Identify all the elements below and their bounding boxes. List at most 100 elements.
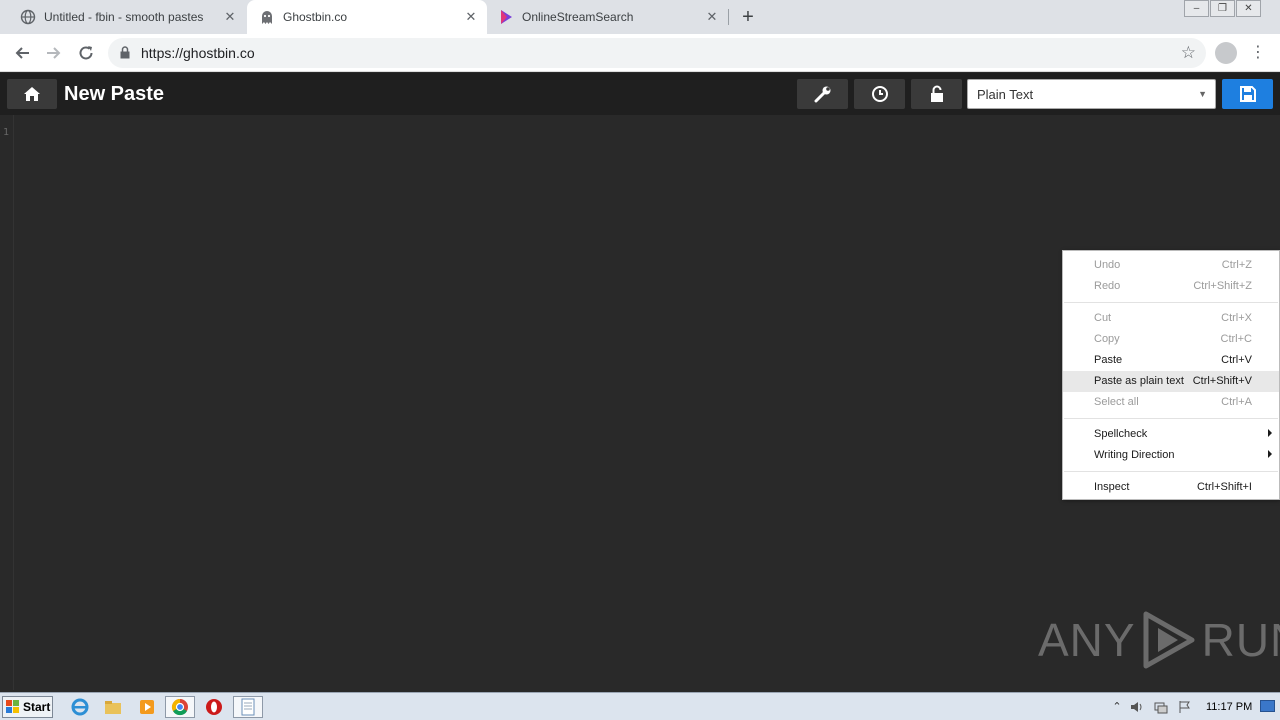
taskbar-clock[interactable]: 11:17 PM [1206, 701, 1252, 713]
menu-item-shortcut: Ctrl+X [1221, 312, 1252, 324]
url-text: https://ghostbin.co [141, 45, 255, 61]
tray-expand-icon[interactable]: ⌃ [1110, 700, 1124, 714]
menu-item-label: Spellcheck [1094, 428, 1148, 440]
tab-strip: Untitled - fbin - smooth pastes ✕ Ghostb… [0, 0, 1280, 34]
ghost-icon [259, 9, 275, 25]
save-button[interactable] [1222, 79, 1273, 109]
language-value: Plain Text [977, 87, 1034, 102]
expiration-button[interactable] [854, 79, 905, 109]
close-tab-icon[interactable]: ✕ [222, 9, 238, 25]
page-title: New Paste [64, 83, 165, 105]
tab-ghostbin[interactable]: Ghostbin.co ✕ [247, 0, 487, 34]
notepad-icon[interactable] [233, 696, 263, 718]
tab-title: Ghostbin.co [283, 10, 348, 24]
unlock-icon [930, 85, 943, 102]
restore-button[interactable]: ❐ [1210, 0, 1235, 17]
browser-menu-icon[interactable]: ⋮ [1250, 42, 1266, 64]
menu-item-paste-plain-text[interactable]: Paste as plain text Ctrl+Shift+V [1063, 371, 1279, 392]
internet-explorer-icon[interactable] [70, 697, 90, 717]
home-icon [24, 87, 40, 101]
tab-title: OnlineStreamSearch [522, 10, 634, 24]
tab-fbin[interactable]: Untitled - fbin - smooth pastes ✕ [0, 0, 246, 34]
tab-separator [728, 9, 729, 25]
menu-item-spellcheck[interactable]: Spellcheck [1063, 424, 1279, 445]
bookmark-star-icon[interactable]: ☆ [1181, 43, 1196, 63]
menu-item-shortcut: Ctrl+Shift+V [1192, 375, 1252, 387]
menu-item-select-all[interactable]: Select all Ctrl+A [1063, 392, 1279, 413]
menu-item-shortcut: Ctrl+Shift+Z [1193, 280, 1252, 292]
action-center-flag-icon[interactable] [1178, 700, 1192, 714]
window-controls: – ❐ ✕ [1183, 0, 1261, 18]
profile-avatar[interactable] [1215, 42, 1237, 64]
forward-button[interactable] [42, 41, 66, 65]
menu-item-shortcut: Ctrl+Shift+I [1196, 481, 1252, 493]
play-triangle-icon [1143, 611, 1195, 669]
anyrun-watermark: ANY RUN [1038, 608, 1280, 672]
globe-icon [20, 9, 36, 25]
menu-separator [1064, 471, 1278, 472]
volume-icon[interactable] [1130, 700, 1144, 714]
menu-item-label: Cut [1094, 312, 1112, 324]
file-explorer-icon[interactable] [103, 697, 123, 717]
clock-icon [871, 86, 888, 102]
browser-toolbar: https://ghostbin.co ☆ ⋮ [0, 34, 1280, 72]
encryption-button[interactable] [911, 79, 962, 109]
menu-item-cut[interactable]: Cut Ctrl+X [1063, 308, 1279, 329]
menu-item-inspect[interactable]: Inspect Ctrl+Shift+I [1063, 477, 1279, 498]
menu-item-paste[interactable]: Paste Ctrl+V [1063, 350, 1279, 371]
submenu-arrow-icon [1268, 429, 1272, 437]
back-button[interactable] [10, 41, 34, 65]
submenu-arrow-icon [1268, 450, 1272, 458]
close-tab-icon[interactable]: ✕ [704, 9, 720, 25]
tab-onlinestreamsearch[interactable]: OnlineStreamSearch ✕ [488, 0, 728, 34]
lock-icon[interactable] [120, 46, 130, 59]
settings-button[interactable] [797, 79, 848, 109]
menu-item-shortcut: Ctrl+Z [1221, 259, 1252, 271]
menu-item-redo[interactable]: Redo Ctrl+Shift+Z [1063, 276, 1279, 297]
taskbar: Start ⌃ 11:17 PM [0, 692, 1280, 720]
start-button[interactable]: Start [2, 696, 53, 718]
play-logo-icon [498, 9, 514, 25]
address-bar[interactable]: https://ghostbin.co ☆ [108, 38, 1206, 68]
watermark-text-left: ANY [1038, 614, 1136, 666]
menu-item-label: Paste as plain text [1094, 375, 1184, 387]
wrench-icon [814, 86, 830, 103]
reload-button[interactable] [74, 41, 98, 65]
close-window-button[interactable]: ✕ [1236, 0, 1261, 17]
context-menu: Undo Ctrl+Z Redo Ctrl+Shift+Z Cut Ctrl+X… [1062, 250, 1280, 500]
menu-item-shortcut: Ctrl+V [1221, 354, 1252, 366]
menu-item-label: Undo [1094, 259, 1121, 271]
language-select[interactable]: Plain Text ▼ [967, 79, 1216, 109]
menu-separator [1064, 418, 1278, 419]
close-tab-icon[interactable]: ✕ [463, 9, 479, 25]
opera-icon[interactable] [204, 697, 224, 717]
app-header: New Paste Plain Text ▼ [0, 73, 1280, 115]
line-gutter: 1 [0, 115, 14, 690]
menu-item-label: Redo [1094, 280, 1121, 292]
network-icon[interactable] [1154, 700, 1168, 714]
line-number: 1 [3, 127, 10, 138]
new-tab-button[interactable]: + [738, 7, 758, 27]
menu-item-label: Inspect [1094, 481, 1130, 493]
menu-item-undo[interactable]: Undo Ctrl+Z [1063, 255, 1279, 276]
menu-item-label: Select all [1094, 396, 1139, 408]
media-player-icon[interactable] [137, 697, 157, 717]
floppy-disk-icon [1239, 86, 1256, 102]
windows-logo-icon [6, 700, 19, 713]
menu-item-label: Writing Direction [1094, 449, 1175, 461]
chrome-icon[interactable] [165, 696, 195, 718]
menu-item-shortcut: Ctrl+A [1221, 396, 1252, 408]
tab-title: Untitled - fbin - smooth pastes [44, 10, 204, 24]
menu-item-copy[interactable]: Copy Ctrl+C [1063, 329, 1279, 350]
show-desktop-button[interactable] [1260, 700, 1275, 712]
menu-item-label: Copy [1094, 333, 1120, 345]
menu-item-writing-direction[interactable]: Writing Direction [1063, 445, 1279, 466]
watermark-text-right: RUN [1201, 614, 1280, 666]
menu-separator [1064, 302, 1278, 303]
start-label: Start [23, 700, 51, 714]
chevron-down-icon: ▼ [1198, 89, 1207, 99]
home-button[interactable] [7, 79, 57, 109]
menu-item-label: Paste [1094, 354, 1123, 366]
minimize-button[interactable]: – [1184, 0, 1209, 17]
menu-item-shortcut: Ctrl+C [1220, 333, 1252, 345]
